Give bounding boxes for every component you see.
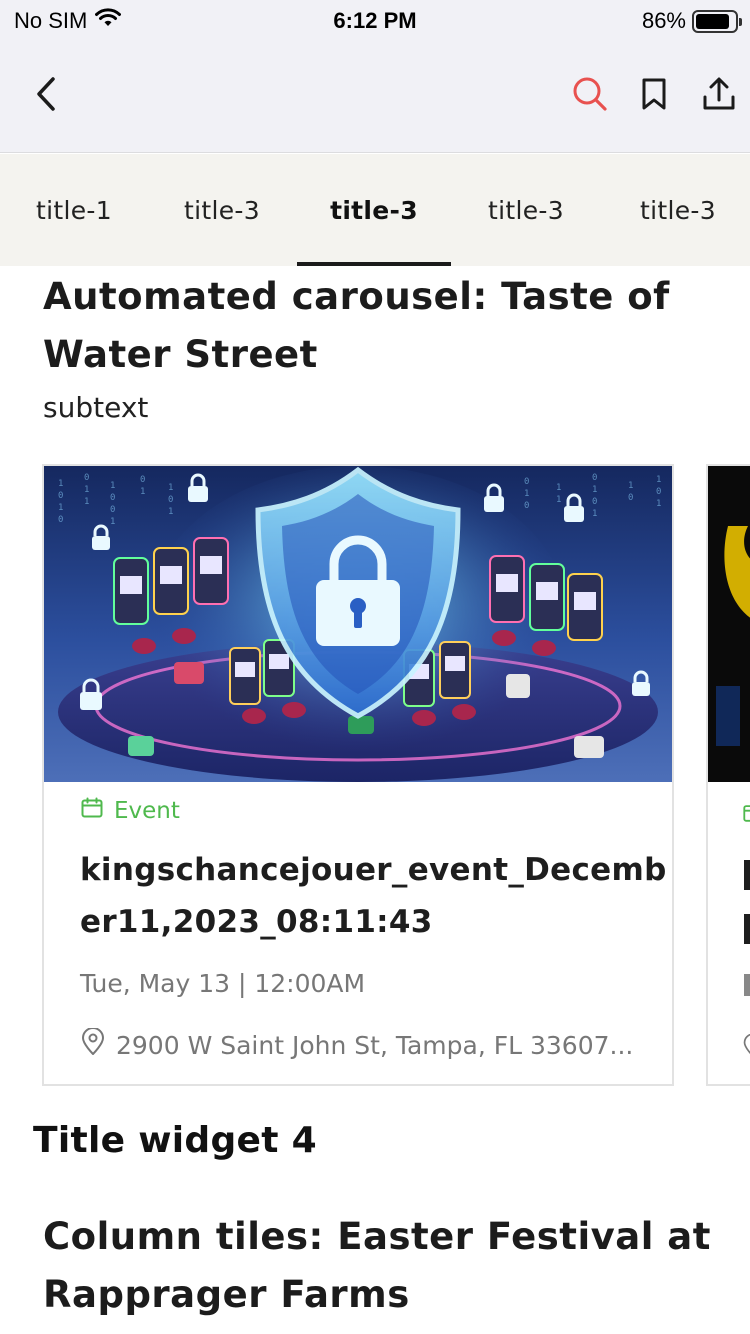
svg-text:1: 1: [140, 487, 145, 497]
svg-text:0: 0: [168, 495, 173, 505]
tab-bar: title-1 title-3 title-3 title-3 title-3: [0, 154, 750, 266]
event-card-image: 1 0 1 0 0 1 1 1 0 0 1 0 1 1 0 1 0 1 0 1 1 0 1 0 1 1 0 1 0 1: [44, 466, 672, 782]
carousel-subtext: subtext: [43, 391, 149, 424]
svg-text:1: 1: [592, 485, 597, 495]
svg-text:1: 1: [592, 509, 597, 519]
search-button[interactable]: [568, 74, 612, 118]
active-tab-indicator: [297, 262, 451, 266]
tab-title-3[interactable]: title-3: [464, 154, 588, 266]
back-button[interactable]: [24, 74, 68, 118]
svg-text:1: 1: [524, 489, 529, 499]
bookmark-button[interactable]: [632, 74, 676, 118]
svg-text:1: 1: [58, 479, 63, 489]
svg-text:1: 1: [84, 485, 89, 495]
calendar-icon: [80, 796, 104, 826]
svg-text:0: 0: [592, 473, 597, 483]
tab-title-3[interactable]: title-3: [616, 154, 740, 266]
bookmark-icon: [640, 77, 668, 115]
event-location: 2900 W Saint John St, Tampa, FL 33607...: [80, 1027, 634, 1062]
tab-title-3-active[interactable]: title-3: [297, 154, 451, 266]
search-icon: [571, 75, 609, 117]
status-time: 6:12 PM: [333, 8, 417, 33]
svg-text:0: 0: [656, 487, 661, 497]
next-card-title-fragment: [744, 860, 750, 890]
svg-text:0: 0: [58, 491, 63, 501]
svg-text:0: 0: [58, 515, 63, 525]
title-widget: Title widget 4: [33, 1120, 317, 1161]
next-card-date-fragment: [744, 974, 750, 996]
svg-text:0: 0: [524, 477, 529, 487]
event-location-label: 2900 W Saint John St, Tampa, FL 33607...: [116, 1030, 634, 1060]
svg-text:1: 1: [58, 503, 63, 513]
event-card-next-peek[interactable]: [706, 464, 750, 1086]
svg-text:1: 1: [656, 499, 661, 509]
svg-text:1: 1: [556, 495, 561, 505]
event-title: kingschancejouer_event_December11,2023_0…: [80, 852, 667, 940]
event-category: Event: [80, 796, 180, 826]
column-tiles-title: Column tiles: Easter Festival at Rapprag…: [43, 1215, 711, 1316]
event-card-next-image: [708, 466, 750, 782]
next-card-title-fragment: [744, 914, 750, 944]
share-icon: [702, 76, 736, 116]
event-category-label: Event: [114, 798, 180, 824]
svg-text:1: 1: [168, 507, 173, 517]
top-header: No SIM 6:12 PM 86%: [0, 0, 750, 153]
svg-text:1: 1: [656, 475, 661, 485]
svg-text:1: 1: [628, 481, 633, 491]
navigation-bar: [0, 62, 750, 132]
svg-text:1: 1: [110, 517, 115, 527]
svg-text:0: 0: [140, 475, 145, 485]
location-pin-icon: [742, 1033, 750, 1062]
svg-text:0: 0: [628, 493, 633, 503]
svg-text:0: 0: [110, 493, 115, 503]
location-pin-icon: [80, 1027, 106, 1062]
status-bar: No SIM 6:12 PM 86%: [0, 0, 750, 42]
svg-text:0: 0: [592, 497, 597, 507]
svg-text:0: 0: [524, 501, 529, 511]
svg-text:1: 1: [110, 481, 115, 491]
battery-icon: [692, 9, 742, 33]
tab-title-1[interactable]: title-1: [12, 154, 136, 266]
svg-text:0: 0: [84, 473, 89, 483]
status-right: 86%: [641, 8, 742, 34]
calendar-icon: [742, 802, 750, 828]
event-card[interactable]: 1 0 1 0 0 1 1 1 0 0 1 0 1 1 0 1 0 1 0 1 1 0 1 0 1 1 0 1 0 1: [42, 464, 674, 1086]
tab-title-3[interactable]: title-3: [160, 154, 284, 266]
event-date: Tue, May 13 | 12:00AM: [80, 969, 366, 998]
svg-text:1: 1: [556, 483, 561, 493]
svg-text:0: 0: [110, 505, 115, 515]
svg-text:1: 1: [84, 497, 89, 507]
svg-text:1: 1: [168, 483, 173, 493]
battery-percent: 86%: [641, 8, 686, 33]
chevron-left-icon: [33, 76, 59, 116]
carousel-title: Automated carousel: Taste of Water Stree…: [43, 275, 670, 376]
share-button[interactable]: [697, 74, 741, 118]
